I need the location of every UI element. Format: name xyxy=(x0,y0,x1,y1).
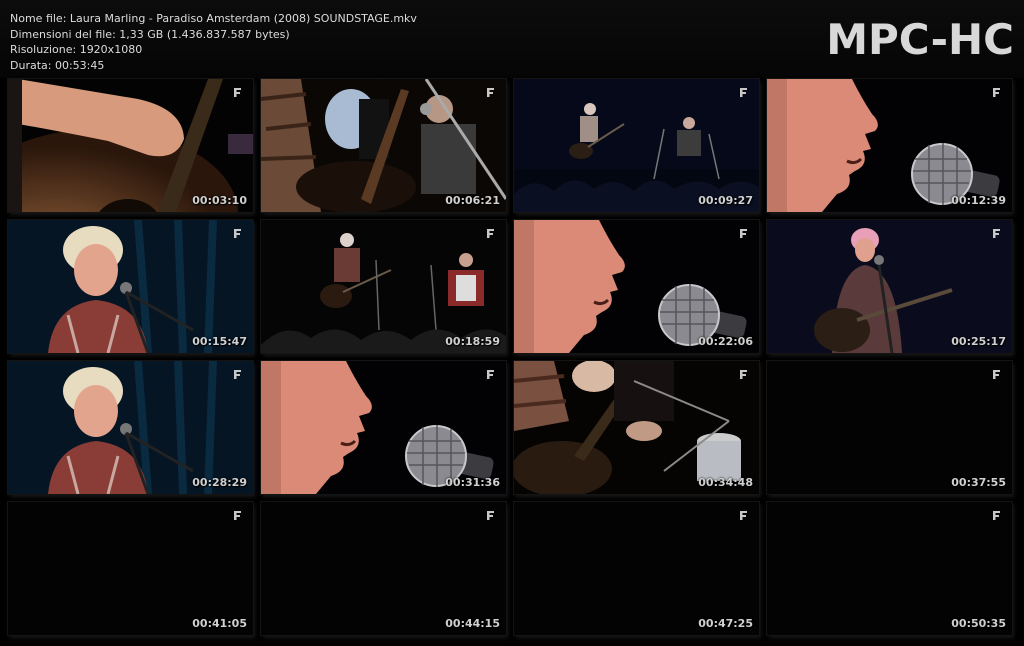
video-frame xyxy=(8,79,253,212)
thumbnail: 00:41:05 xyxy=(8,502,253,635)
timestamp: 00:22:06 xyxy=(698,335,753,348)
video-frame xyxy=(8,502,253,635)
thumbnail: 00:50:35 xyxy=(767,502,1012,635)
video-frame xyxy=(767,220,1012,353)
timestamp: 00:06:21 xyxy=(445,194,500,207)
file-name-line: Nome file: Laura Marling - Paradiso Amst… xyxy=(10,12,417,25)
timestamp: 00:50:35 xyxy=(951,617,1006,630)
film-icon xyxy=(234,511,241,520)
thumbnail: 00:25:17 xyxy=(767,220,1012,353)
film-icon xyxy=(487,370,494,379)
film-icon xyxy=(487,511,494,520)
thumbnail: 00:12:39 xyxy=(767,79,1012,212)
video-frame xyxy=(514,361,759,494)
timestamp: 00:34:48 xyxy=(698,476,753,489)
film-icon xyxy=(487,229,494,238)
video-frame xyxy=(514,79,759,212)
video-frame xyxy=(8,361,253,494)
timestamp: 00:31:36 xyxy=(445,476,500,489)
video-frame xyxy=(514,502,759,635)
timestamp: 00:41:05 xyxy=(192,617,247,630)
timestamp: 00:44:15 xyxy=(445,617,500,630)
timestamp: 00:25:17 xyxy=(951,335,1006,348)
film-icon xyxy=(487,88,494,97)
video-frame xyxy=(8,220,253,353)
timestamp: 00:28:29 xyxy=(192,476,247,489)
video-frame xyxy=(767,361,1012,494)
timestamp: 00:09:27 xyxy=(698,194,753,207)
video-frame xyxy=(261,502,506,635)
thumbnail: 00:06:21 xyxy=(261,79,506,212)
film-icon xyxy=(740,229,747,238)
timestamp: 00:03:10 xyxy=(192,194,247,207)
thumbnail: 00:47:25 xyxy=(514,502,759,635)
thumbnail: 00:03:10 xyxy=(8,79,253,212)
video-frame xyxy=(767,502,1012,635)
film-icon xyxy=(993,511,1000,520)
thumbnail: 00:34:48 xyxy=(514,361,759,494)
video-frame xyxy=(261,220,506,353)
thumbnail: 00:28:29 xyxy=(8,361,253,494)
film-icon xyxy=(740,511,747,520)
film-icon xyxy=(234,88,241,97)
film-icon xyxy=(740,370,747,379)
file-size-line: Dimensioni del file: 1,33 GB (1.436.837.… xyxy=(10,27,290,41)
resolution-line: Risoluzione: 1920x1080 xyxy=(10,43,143,57)
thumbnail: 00:18:59 xyxy=(261,220,506,353)
info-header: Nome file: Laura Marling - Paradiso Amst… xyxy=(0,0,1024,78)
timestamp: 00:15:47 xyxy=(192,335,247,348)
file-info: Nome file: Laura Marling - Paradiso Amst… xyxy=(10,11,417,73)
video-frame xyxy=(261,79,506,212)
duration-line: Durata: 00:53:45 xyxy=(10,58,105,72)
film-icon xyxy=(740,88,747,97)
film-icon xyxy=(993,370,1000,379)
timestamp: 00:37:55 xyxy=(951,476,1006,489)
video-frame xyxy=(261,361,506,494)
app-logo: MPC-HC xyxy=(826,15,1014,64)
timestamp: 00:18:59 xyxy=(445,335,500,348)
thumbnail-grid: 00:03:10 00:06:21 00:09:27 00:12:39 00:15:47… xyxy=(8,79,1012,635)
thumbnail: 00:44:15 xyxy=(261,502,506,635)
thumbnail: 00:09:27 xyxy=(514,79,759,212)
thumbnail: 00:22:06 xyxy=(514,220,759,353)
film-icon xyxy=(993,88,1000,97)
thumbnail: 00:37:55 xyxy=(767,361,1012,494)
thumbnail: 00:15:47 xyxy=(8,220,253,353)
thumbnail: 00:31:36 xyxy=(261,361,506,494)
film-icon xyxy=(234,370,241,379)
timestamp: 00:12:39 xyxy=(951,194,1006,207)
film-icon xyxy=(234,229,241,238)
timestamp: 00:47:25 xyxy=(698,617,753,630)
film-icon xyxy=(993,229,1000,238)
video-frame xyxy=(514,220,759,353)
video-frame xyxy=(767,79,1012,212)
